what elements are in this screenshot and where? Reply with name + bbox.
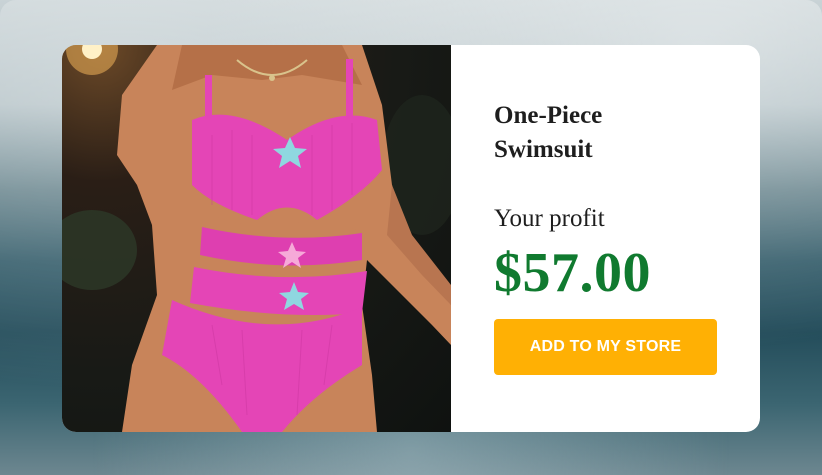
product-card: One-Piece Swimsuit Your profit $57.00 AD… bbox=[62, 45, 760, 432]
product-title: One-Piece Swimsuit bbox=[494, 102, 603, 163]
profit-amount: $57.00 bbox=[494, 242, 651, 304]
swimsuit-photo-illustration bbox=[62, 45, 451, 432]
product-info-panel: One-Piece Swimsuit Your profit $57.00 AD… bbox=[451, 45, 760, 432]
add-to-my-store-button[interactable]: ADD TO MY STORE bbox=[494, 319, 717, 375]
product-image bbox=[62, 45, 451, 432]
profit-label: Your profit bbox=[494, 205, 605, 232]
